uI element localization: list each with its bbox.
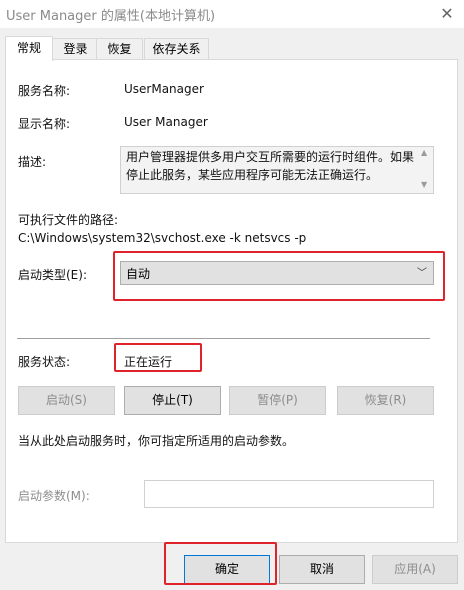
tab-logon[interactable]: 登录	[52, 38, 99, 59]
scroll-down-icon[interactable]: ▼	[421, 180, 427, 189]
scroll-up-icon[interactable]: ▲	[421, 148, 427, 157]
description-scrollbar[interactable]: ▲ ▼	[420, 147, 432, 191]
display-name-value: User Manager	[124, 115, 208, 129]
highlight-ok-button	[164, 542, 277, 585]
start-button[interactable]: 启动(S)	[18, 386, 115, 415]
general-panel	[5, 59, 458, 543]
window-title: User Manager 的属性(本地计算机)	[6, 9, 216, 24]
description-label: 描述:	[18, 155, 47, 169]
highlight-startup-type	[113, 251, 445, 301]
tab-recovery[interactable]: 恢复	[96, 38, 143, 59]
start-params-hint: 当从此处启动服务时，你可指定所适用的启动参数。	[18, 434, 295, 448]
service-status-label: 服务状态:	[18, 355, 71, 369]
cancel-button[interactable]: 取消	[279, 555, 365, 584]
highlight-service-status	[114, 343, 202, 372]
apply-button[interactable]: 应用(A)	[372, 555, 458, 584]
description-text: 用户管理器提供多用户交互所需要的运行时组件。如果停止此服务，某些应用程序可能无法…	[126, 150, 415, 182]
divider	[17, 338, 430, 339]
service-name-value: UserManager	[124, 82, 204, 96]
exe-path-label: 可执行文件的路径:	[18, 213, 119, 227]
exe-path-value: C:\Windows\system32\svchost.exe -k netsv…	[18, 231, 307, 245]
pause-button[interactable]: 暂停(P)	[229, 386, 326, 415]
resume-button[interactable]: 恢复(R)	[337, 386, 434, 415]
startup-type-label: 启动类型(E):	[18, 268, 87, 282]
stop-button[interactable]: 停止(T)	[124, 386, 221, 415]
start-params-label: 启动参数(M):	[18, 489, 90, 503]
close-icon[interactable]: ✕	[436, 3, 458, 25]
tab-general[interactable]: 常规	[5, 36, 53, 61]
start-params-input[interactable]	[144, 480, 434, 508]
tab-dependencies[interactable]: 依存关系	[144, 38, 209, 59]
service-name-label: 服务名称:	[18, 84, 71, 98]
display-name-label: 显示名称:	[18, 117, 71, 131]
